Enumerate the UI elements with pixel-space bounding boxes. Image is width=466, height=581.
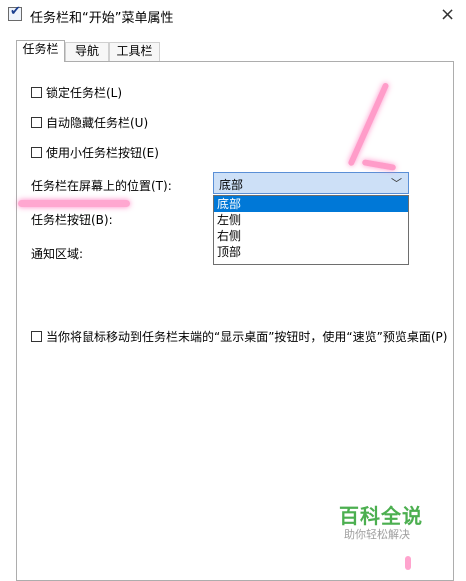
tab-toolbars[interactable]: 工具栏 [109,42,160,61]
checkmark-app-icon: ✔ [8,4,22,21]
annotation-underline [18,200,130,207]
small-buttons-label: 使用小任务栏按钮(E) [46,145,159,160]
position-option-top[interactable]: 顶部 [214,244,408,260]
taskbar-position-select[interactable]: 底部 ﹀ [213,172,409,194]
tab-navigation[interactable]: 导航 [65,42,109,61]
title-bar: ✔ 任务栏和“开始”菜单属性 × [0,0,466,30]
auto-hide-option[interactable]: 自动隐藏任务栏(U) [31,114,148,130]
chevron-down-icon[interactable]: ﹀ [391,175,402,191]
tab-taskbar[interactable]: 任务栏 [16,40,65,62]
small-buttons-checkbox[interactable] [31,146,42,158]
position-option-bottom[interactable]: 底部 [214,196,408,212]
window-title: 任务栏和“开始”菜单属性 [30,11,174,26]
watermark-tagline: 助你轻松解决 [344,528,410,541]
small-buttons-option[interactable]: 使用小任务栏按钮(E) [31,144,159,160]
taskbar-position-label: 任务栏在屏幕上的位置(T): [31,179,172,193]
annotation-mark-bottom [405,556,411,570]
taskbar-buttons-label: 任务栏按钮(B): [31,213,113,227]
lock-taskbar-checkbox[interactable] [31,86,42,98]
auto-hide-checkbox[interactable] [31,116,42,128]
lock-taskbar-option[interactable]: 锁定任务栏(L) [31,84,122,100]
notification-area-label: 通知区域: [31,247,84,261]
close-icon[interactable]: × [440,4,455,25]
taskbar-position-dropdown: 底部 左侧 右侧 顶部 [213,195,409,265]
peek-desktop-checkbox[interactable] [31,330,42,342]
peek-desktop-label: 当你将鼠标移动到任务栏末端的“显示桌面”按钮时，使用“速览”预览桌面(P) [46,329,448,344]
lock-taskbar-label: 锁定任务栏(L) [46,85,123,100]
position-option-left[interactable]: 左侧 [214,212,408,228]
taskbar-position-value: 底部 [219,178,244,192]
position-option-right[interactable]: 右侧 [214,228,408,244]
watermark-logo: 百科全说 [339,504,423,528]
auto-hide-label: 自动隐藏任务栏(U) [46,115,149,130]
peek-desktop-option[interactable]: 当你将鼠标移动到任务栏末端的“显示桌面”按钮时，使用“速览”预览桌面(P) [31,328,447,344]
